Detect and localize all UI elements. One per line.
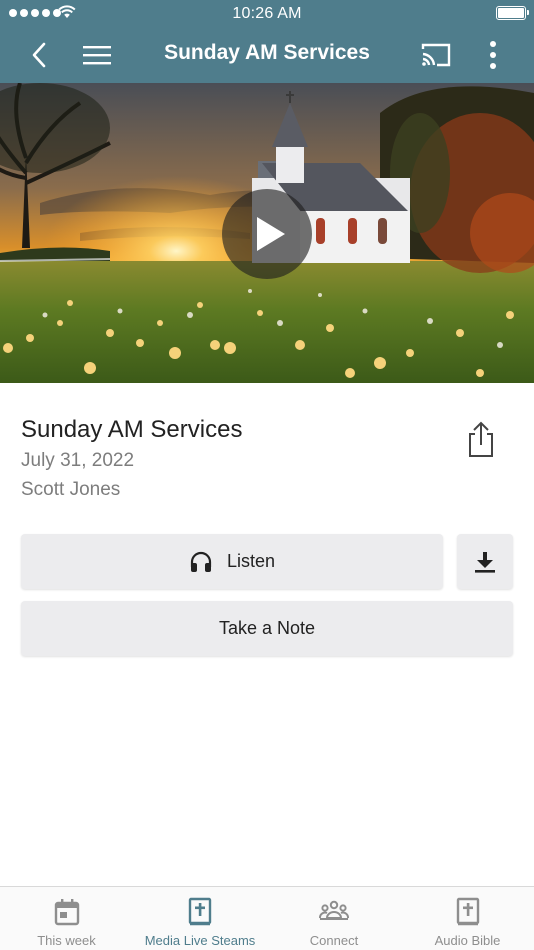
video-thumbnail[interactable] (0, 83, 534, 383)
calendar-icon (54, 899, 79, 926)
headphones-icon (190, 551, 212, 572)
tab-label: This week (37, 933, 96, 948)
cast-icon[interactable] (420, 40, 452, 70)
listen-label: Listen (226, 551, 276, 571)
sermon-date: July 31, 2022 (21, 450, 135, 471)
listen-button[interactable]: Listen (21, 534, 443, 589)
status-bar: 10:26 AM (0, 0, 534, 28)
tab-audio-bible[interactable]: Audio Bible (401, 887, 534, 950)
tab-media-live-steams[interactable]: Media Live Steams (133, 887, 267, 950)
tab-label: Audio Bible (434, 933, 501, 948)
tab-label: Media Live Steams (144, 933, 256, 948)
tab-connect[interactable]: Connect (267, 887, 401, 950)
tab-label: Connect (309, 933, 359, 948)
tab-bar: This week Media Live Steams Connect Audi… (0, 886, 534, 950)
navigation-bar: Sunday AM Services (0, 28, 534, 83)
top-bar: 10:26 AM Sunday AM Services (0, 0, 534, 83)
sermon-speaker: Scott Jones (21, 479, 121, 500)
more-vertical-icon[interactable] (484, 39, 502, 71)
battery-icon (496, 6, 529, 20)
take-note-label: Take a Note (218, 618, 316, 638)
share-icon[interactable] (464, 420, 498, 458)
play-button[interactable] (222, 189, 312, 279)
download-button[interactable] (457, 534, 513, 589)
bible-icon (456, 897, 479, 926)
page-title: Sunday AM Services (164, 41, 370, 64)
play-icon (257, 217, 285, 251)
take-note-button[interactable]: Take a Note (21, 601, 513, 656)
download-icon (475, 551, 495, 573)
bible-icon (188, 897, 212, 926)
status-time: 10:26 AM (232, 5, 302, 22)
tab-this-week[interactable]: This week (0, 887, 133, 950)
sermon-title: Sunday AM Services (21, 416, 243, 443)
people-icon (319, 900, 349, 920)
